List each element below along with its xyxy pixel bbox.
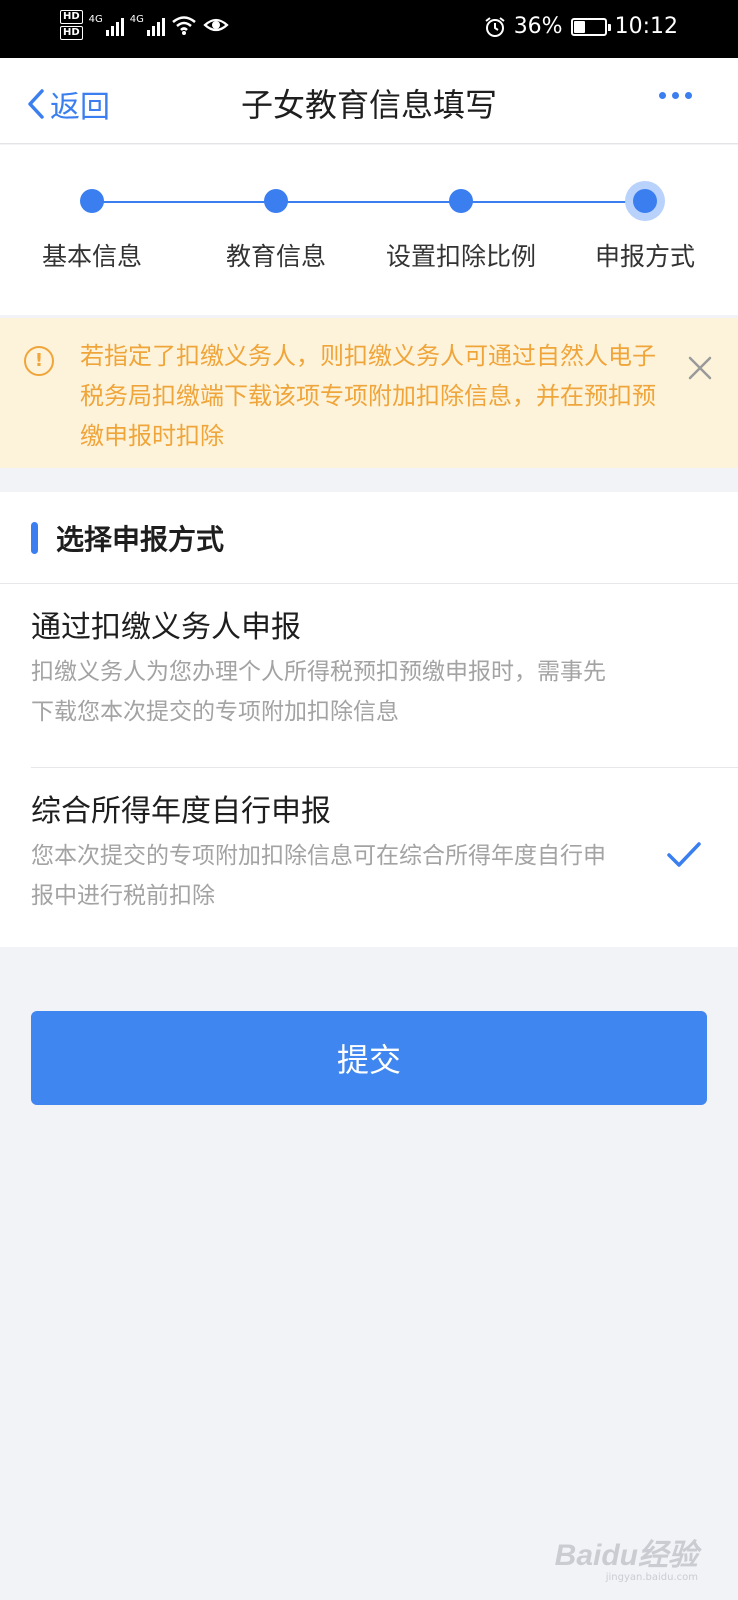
- status-bar-left: HD HD 4G 4G: [60, 10, 229, 40]
- hd-badge-1: HD: [60, 10, 83, 24]
- step-dot: [449, 189, 473, 213]
- section-accent-bar: [31, 522, 38, 554]
- section-header: 选择申报方式: [0, 492, 738, 584]
- alarm-icon: [485, 16, 505, 37]
- status-bar: HD HD 4G 4G 36% 10:12: [0, 0, 738, 58]
- signal-icon-2: 4G: [130, 14, 165, 36]
- option-title: 综合所得年度自行申报: [31, 794, 331, 829]
- nav-bar: 返回 子女教育信息填写: [0, 58, 738, 144]
- battery-icon: [570, 17, 611, 36]
- watermark-logo: Baidu经验: [554, 1539, 698, 1572]
- notice-text: 若指定了扣缴义务人，则扣缴义务人可通过自然人电子税务局扣缴端下载该项专项附加扣除…: [80, 342, 656, 450]
- hd-badge-2: HD: [60, 26, 83, 40]
- option-annual-self-filing[interactable]: 综合所得年度自行申报 您本次提交的专项附加扣除信息可在综合所得年度自行申报中进行…: [0, 768, 738, 946]
- step-dot: [80, 189, 104, 213]
- step-dot: [264, 189, 288, 213]
- option-description: 扣缴义务人为您办理个人所得税预扣预缴申报时，需事先下载您本次提交的专项附加扣除信…: [31, 659, 606, 725]
- network-type-2: 4G: [129, 14, 144, 25]
- step-label: 基本信息: [41, 242, 142, 271]
- checkmark-icon: [667, 842, 701, 867]
- hd-indicators: HD HD: [60, 10, 83, 40]
- step-dot-current: [625, 181, 665, 221]
- step-label: 设置扣除比例: [385, 242, 536, 271]
- network-type-1: 4G: [88, 14, 103, 25]
- option-withholding-agent[interactable]: 通过扣缴义务人申报 扣缴义务人为您办理个人所得税预扣预缴申报时，需事先下载您本次…: [0, 584, 738, 767]
- notice-banner: ! 若指定了扣缴义务人，则扣缴义务人可通过自然人电子税务局扣缴端下载该项专项附加…: [0, 318, 738, 468]
- progress-stepper: 基本信息 教育信息 设置扣除比例 申报方式: [0, 145, 738, 315]
- option-title: 通过扣缴义务人申报: [31, 610, 301, 645]
- more-icon[interactable]: [659, 92, 692, 99]
- baidu-watermark: Baidu经验 jingyan.baidu.com: [555, 1530, 698, 1583]
- submit-button[interactable]: 提交: [31, 1011, 707, 1105]
- clock: 10:12: [614, 14, 678, 39]
- step-label: 申报方式: [594, 242, 695, 271]
- eye-icon: [203, 18, 229, 32]
- filing-method-card: 选择申报方式 通过扣缴义务人申报 扣缴义务人为您办理个人所得税预扣预缴申报时，需…: [0, 492, 738, 947]
- wifi-icon: [172, 16, 196, 35]
- battery-level: [573, 20, 585, 33]
- battery-percent: 36%: [513, 14, 563, 39]
- page-title: 子女教育信息填写: [240, 86, 497, 124]
- option-description: 您本次提交的专项附加扣除信息可在综合所得年度自行申报中进行税前扣除: [31, 843, 606, 909]
- section-title: 选择申报方式: [56, 523, 225, 556]
- close-icon[interactable]: [684, 352, 716, 384]
- warning-icon: !: [24, 346, 54, 376]
- stepper-line: [92, 201, 645, 203]
- status-bar-right: 36% 10:12: [484, 14, 678, 39]
- step-label: 教育信息: [225, 242, 326, 271]
- signal-icon-1: 4G: [89, 14, 124, 36]
